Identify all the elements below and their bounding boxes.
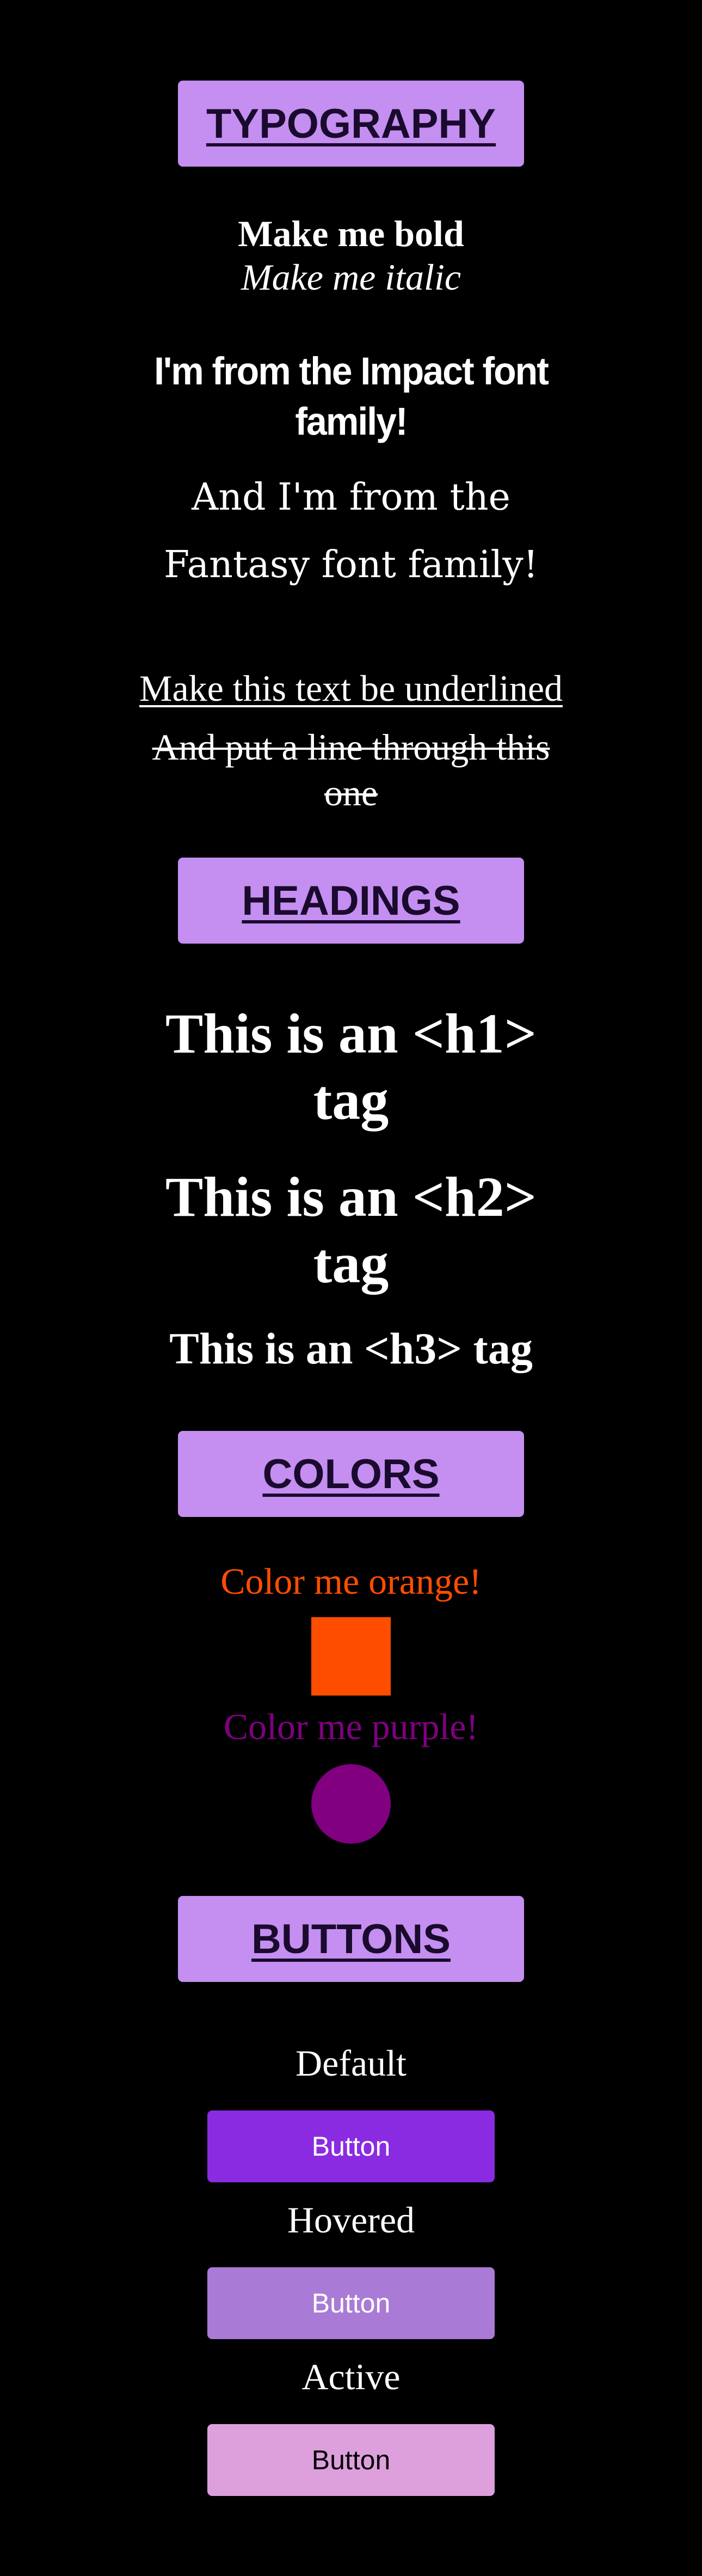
- h2-text: This is an <h2> tag: [165, 1166, 537, 1295]
- typography-section-label: TYPOGRAPHY: [206, 100, 496, 147]
- buttons-section-button[interactable]: BUTTONS: [178, 1896, 524, 1982]
- strikethrough-text: And put a line through this one: [152, 726, 550, 813]
- fantasy-font-text: And I'm from the Fantasy font family!: [164, 476, 538, 586]
- underlined-text: Make this text be underlined: [139, 668, 563, 709]
- active-button[interactable]: Button: [207, 2424, 495, 2496]
- orange-square: [311, 1617, 391, 1696]
- h3-text: This is an <h3> tag: [169, 1324, 533, 1373]
- italic-text: Make me italic: [241, 256, 461, 298]
- bold-text: Make me bold: [238, 213, 464, 254]
- typography-section-button[interactable]: TYPOGRAPHY: [178, 81, 524, 167]
- purple-circle: [311, 1764, 391, 1844]
- active-label: Active: [301, 2356, 401, 2397]
- buttons-section-label: BUTTONS: [251, 1916, 451, 1962]
- impact-font-text: I'm from the Impact font family!: [154, 349, 549, 444]
- default-label: Default: [295, 2042, 407, 2084]
- headings-section-button[interactable]: HEADINGS: [178, 858, 524, 944]
- colors-section-label: COLORS: [262, 1451, 440, 1497]
- hovered-label: Hovered: [287, 2199, 415, 2241]
- default-button[interactable]: Button: [207, 2110, 495, 2182]
- h1-text: This is an <h1> tag: [165, 1002, 537, 1131]
- colors-section-button[interactable]: COLORS: [178, 1431, 524, 1517]
- headings-section-label: HEADINGS: [242, 877, 460, 924]
- purple-text: Color me purple!: [223, 1706, 479, 1747]
- orange-text: Color me orange!: [220, 1561, 482, 1602]
- hovered-button[interactable]: Button: [207, 2267, 495, 2339]
